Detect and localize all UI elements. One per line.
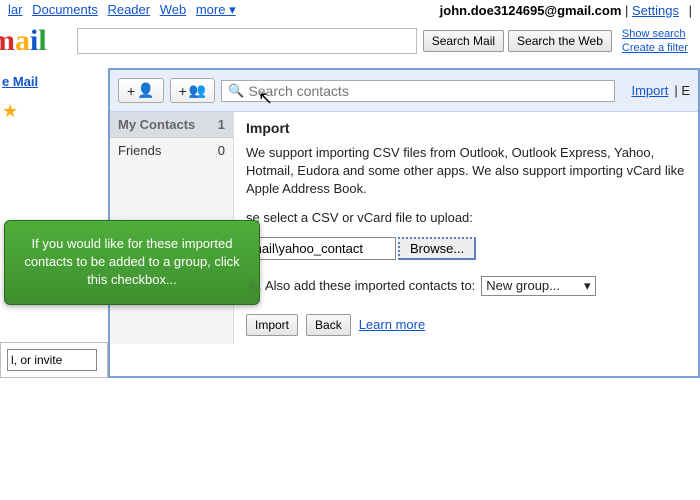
create-filter[interactable]: Create a filter [622,42,688,54]
nav-reader[interactable]: Reader [107,2,150,17]
nav-calendar[interactable]: lar [8,2,22,17]
import-description: We support importing CSV files from Outl… [246,144,686,199]
group-select[interactable]: New group... ▾ [481,276,595,296]
import-button[interactable]: Import [246,314,298,336]
top-nav: lar Documents Reader Web more ▾ [8,2,242,18]
account-email: john.doe3124695@gmail.com [440,3,622,18]
add-group-button[interactable]: + 👥 [170,78,216,103]
search-mail-button[interactable]: Search Mail [423,30,504,52]
group-select-value: New group... [486,278,560,293]
nav-documents[interactable]: Documents [32,2,98,17]
sidebar-header-label: My Contacts [118,117,195,132]
tooltip-text: If you would like for these imported con… [24,236,239,287]
sidebar-header[interactable]: My Contacts 1 [110,112,233,138]
import-link[interactable]: Import [631,83,668,98]
contact-search-input[interactable] [248,83,608,99]
sidebar-item-label: Friends [118,143,161,158]
gmail-logo: mail [0,24,47,58]
chat-invite-input[interactable] [7,349,97,371]
account-area: john.doe3124695@gmail.com | Settings | [440,3,692,18]
people-icon: 👥 [189,82,206,99]
import-heading: Import [246,120,686,136]
chat-widget [0,342,108,378]
add-to-group-label: Also add these imported contacts to: [265,278,475,293]
add-contact-button[interactable]: + 👤 [118,78,164,103]
search-web-button[interactable]: Search the Web [508,30,612,52]
file-path-input[interactable] [246,237,396,260]
star-icon: ★ [2,101,108,122]
learn-more-link[interactable]: Learn more [359,317,425,332]
contact-search-box[interactable]: 🔍 [221,80,615,102]
sidebar-item-friends[interactable]: Friends 0 [110,138,233,163]
sidebar-item-count: 0 [218,143,225,158]
search-input[interactable] [77,28,417,54]
compose-mail-link[interactable]: e Mail [0,68,108,95]
sidebar-header-count: 1 [218,117,225,132]
search-icon: 🔍 [228,83,244,99]
back-button[interactable]: Back [306,314,351,336]
tutorial-tooltip: If you would like for these imported con… [4,220,260,305]
import-instruction: se select a CSV or vCard file to upload: [246,209,686,227]
nav-more[interactable]: more ▾ [196,2,236,17]
show-search-options[interactable]: Show search [622,28,686,40]
chevron-down-icon: ▾ [584,278,591,294]
plus-icon: + [179,83,187,99]
search-options-links: Show search Create a filter [622,27,688,56]
person-icon: 👤 [137,82,154,99]
nav-web[interactable]: Web [160,2,187,17]
plus-icon: + [127,83,135,99]
settings-link[interactable]: Settings [632,3,679,18]
import-content: Import We support importing CSV files fr… [234,112,698,344]
browse-button[interactable]: Browse... [398,237,476,260]
